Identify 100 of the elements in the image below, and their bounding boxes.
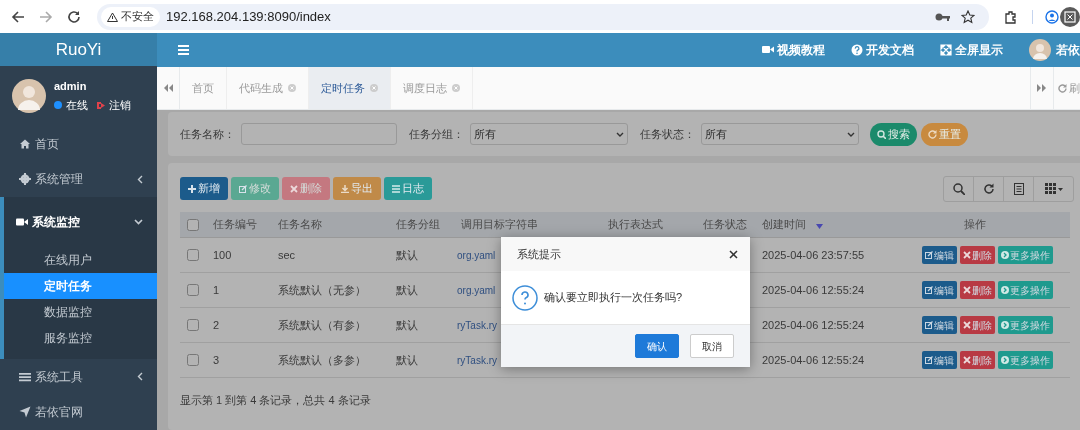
chevron-circle-icon: [1000, 321, 1009, 329]
paper-plane-icon: [19, 406, 31, 419]
tab[interactable]: 调度日志: [391, 67, 473, 109]
reset-button[interactable]: 重置: [921, 122, 968, 146]
more-actions-button[interactable]: 更多操作: [997, 351, 1053, 369]
column-header[interactable]: 任务编号: [213, 216, 257, 233]
column-header[interactable]: 创建时间: [762, 216, 806, 233]
submenu-item[interactable]: 在线用户: [4, 247, 157, 273]
menu-icon[interactable]: [178, 45, 189, 55]
star-icon[interactable]: [961, 9, 975, 24]
home-icon: [19, 137, 31, 150]
select-field[interactable]: 所有: [701, 123, 859, 145]
reload-icon[interactable]: [67, 9, 81, 24]
header-link[interactable]: 开发文档: [851, 41, 914, 59]
table-cell-text: 系统默认（有参）: [278, 317, 366, 333]
export-button[interactable]: 导出: [333, 177, 381, 200]
add-button[interactable]: 新增: [180, 177, 228, 200]
expand-arrows-icon: [940, 44, 952, 56]
address-bar[interactable]: 不安全 192.168.204.139:8090/index: [97, 3, 989, 30]
table-link[interactable]: org.yaml: [457, 282, 496, 298]
list-icon: [392, 184, 400, 193]
tab[interactable]: 首页: [180, 67, 227, 109]
user-menu[interactable]: 若依: [1056, 41, 1080, 59]
table-cell-text: sec: [278, 247, 296, 263]
checkbox[interactable]: [187, 354, 199, 366]
cancel-button[interactable]: 取消: [690, 334, 734, 358]
logout-link[interactable]: 注销: [109, 96, 131, 114]
submenu-item[interactable]: 服务监控: [4, 325, 157, 351]
delete-button[interactable]: 删除: [959, 281, 995, 299]
edit-button[interactable]: 编辑: [921, 316, 957, 334]
delete-button[interactable]: 删除: [959, 246, 995, 264]
refresh-icon: [1058, 83, 1067, 93]
sidebar-item[interactable]: 系统监控: [4, 197, 157, 247]
tab[interactable]: 定时任务: [309, 67, 391, 109]
checkbox[interactable]: [187, 284, 199, 296]
dialog-title: 系统提示: [517, 246, 562, 262]
close-icon: [290, 184, 298, 193]
sidebar-item[interactable]: 系统工具: [0, 359, 157, 395]
app-logo: RuoYi: [0, 33, 157, 66]
back-icon[interactable]: [11, 9, 25, 24]
forward-icon[interactable]: [39, 9, 53, 24]
table-cell-text: 系统默认（无参）: [278, 282, 366, 298]
extension-icon[interactable]: [1004, 9, 1018, 24]
edit-button[interactable]: 编辑: [921, 246, 957, 264]
delete-button[interactable]: 删除: [959, 351, 995, 369]
sidebar-item[interactable]: 首页: [0, 126, 157, 162]
more-actions-button[interactable]: 更多操作: [997, 281, 1053, 299]
edit-icon: [924, 251, 933, 259]
close-icon[interactable]: [729, 249, 738, 259]
column-header[interactable]: 调用目标字符串: [461, 216, 538, 233]
more-actions-button[interactable]: 更多操作: [997, 316, 1053, 334]
submenu-item[interactable]: 定时任务: [4, 273, 157, 299]
checkbox[interactable]: [187, 249, 199, 261]
table-cell-text: 默认: [396, 282, 418, 298]
select-field[interactable]: 所有: [470, 123, 628, 145]
input-field[interactable]: [241, 123, 397, 145]
search-button[interactable]: 搜索: [870, 122, 917, 146]
dialog-message: 确认要立即执行一次任务吗?: [544, 290, 683, 306]
more-actions-button[interactable]: 更多操作: [997, 246, 1053, 264]
chevron-circle-icon: [1000, 356, 1009, 364]
table-cell-text: 系统默认（多参）: [278, 352, 366, 368]
edit-button[interactable]: 编辑: [921, 351, 957, 369]
column-header[interactable]: 任务名称: [278, 216, 322, 233]
sidebar-item[interactable]: 若依官网: [0, 394, 157, 430]
refresh-icon: [982, 182, 995, 195]
edit-button[interactable]: 编辑: [921, 281, 957, 299]
profile-icon[interactable]: [1045, 9, 1059, 24]
submenu-item[interactable]: 数据监控: [4, 299, 157, 325]
user-name: admin: [54, 79, 88, 95]
field-label: 任务状态：: [640, 126, 695, 142]
pagination-info: 显示第 1 到第 4 条记录，总共 4 条记录: [180, 393, 372, 408]
table-link[interactable]: org.yaml: [457, 247, 496, 263]
close-icon: [962, 321, 971, 329]
url-text: 192.168.204.139:8090/index: [166, 7, 331, 26]
checkbox[interactable]: [187, 218, 199, 231]
checkbox[interactable]: [187, 319, 199, 331]
table-cell-text: 100: [213, 247, 232, 263]
key-icon[interactable]: [935, 11, 951, 22]
logout-icon: [96, 100, 105, 110]
column-header[interactable]: 任务分组: [396, 216, 440, 233]
frame-icon[interactable]: [1060, 6, 1080, 27]
delete-button[interactable]: 删除: [959, 316, 995, 334]
table-link[interactable]: ryTask.ry: [457, 352, 497, 368]
header-link[interactable]: 视频教程: [762, 41, 825, 59]
avatar: [12, 78, 46, 113]
confirm-button[interactable]: 确认: [635, 334, 679, 358]
search-icon: [877, 129, 886, 139]
security-chip[interactable]: 不安全: [101, 6, 160, 27]
refresh-icon: [928, 129, 937, 139]
header-link[interactable]: 全屏显示: [940, 41, 1003, 59]
column-header[interactable]: 执行表达式: [608, 216, 663, 233]
chevron-down-icon: [847, 131, 855, 137]
refresh-button[interactable]: 刷: [1053, 67, 1080, 109]
user-avatar[interactable]: [1029, 39, 1051, 61]
column-header[interactable]: 任务状态: [703, 216, 747, 233]
sidebar-item[interactable]: 系统管理: [0, 161, 157, 197]
column-header[interactable]: 操作: [964, 216, 986, 233]
table-cell-text: 2025-04-06 23:57:55: [762, 247, 865, 263]
log-button[interactable]: 日志: [384, 177, 432, 200]
table-link[interactable]: ryTask.ry: [457, 317, 497, 333]
